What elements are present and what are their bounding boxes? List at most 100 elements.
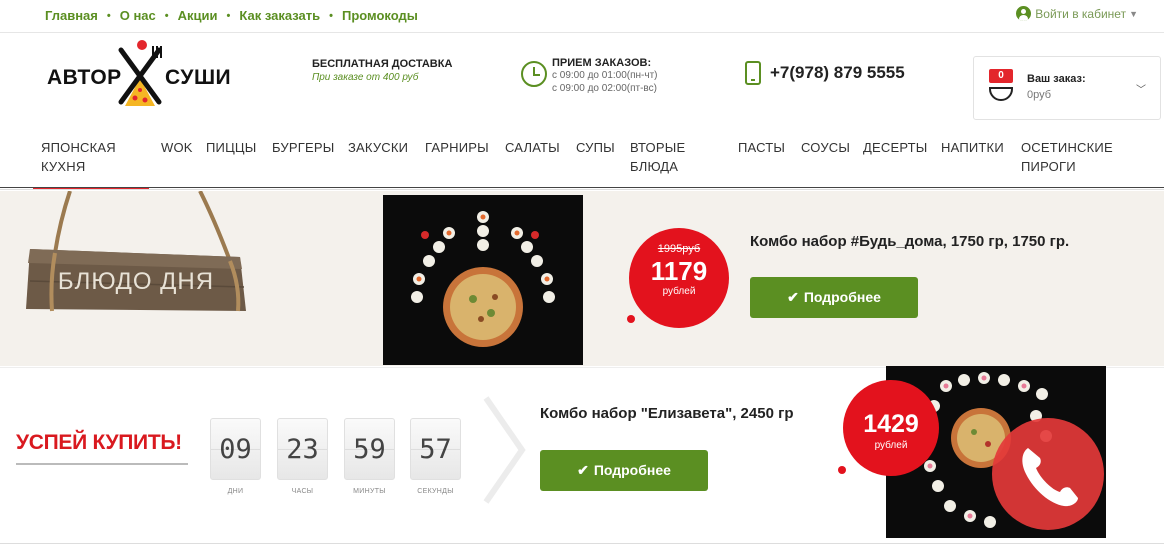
current-price: 1179 (650, 256, 708, 286)
old-price: 1995руб (657, 243, 701, 255)
logo-pizza-fork-knife-icon (118, 46, 162, 106)
cart-widget[interactable]: 0 Ваш заказ: 0руб ﹀ (973, 56, 1161, 120)
timer-hours-label: ЧАСЫ (291, 488, 314, 495)
price-unit: рублей (662, 286, 696, 297)
category-burgers[interactable]: БУРГЕРЫ (272, 138, 334, 157)
price-badge-hurry: 1429 рублей (843, 380, 939, 476)
category-snacks[interactable]: ЗАКУСКИ (348, 138, 408, 157)
category-sauces[interactable]: СОУСЫ (801, 138, 850, 157)
user-circle-icon (1016, 6, 1032, 21)
timer-seconds: 57 (410, 418, 461, 480)
category-menu: ЯПОНСКАЯ КУХНЯ WOK ПИЦЦЫ БУРГЕРЫ ЗАКУСКИ … (0, 126, 1164, 190)
category-label: ДЕСЕРТЫ (863, 140, 928, 155)
nav-separator: • (329, 9, 333, 22)
category-label: ПИЦЦЫ (206, 140, 257, 155)
category-label: БЛЮДА (630, 159, 679, 174)
timer-days: 09 (210, 418, 261, 480)
nav-link-how-to-order[interactable]: Как заказать (239, 8, 320, 23)
delivery-title: БЕСПЛАТНАЯ ДОСТАВКА (312, 58, 453, 70)
sign-text: БЛЮДО ДНЯ (58, 268, 214, 295)
category-label: НАПИТКИ (941, 140, 1004, 155)
nav-link-promotions[interactable]: Акции (178, 8, 218, 23)
category-label: ЯПОНСКАЯ (41, 140, 116, 155)
delivery-subtitle: При заказе от 400 руб (312, 72, 419, 83)
logo-text-left: АВТОР (47, 66, 122, 89)
category-soups[interactable]: СУПЫ (576, 138, 615, 157)
order-hours-info: ПРИЕМ ЗАКАЗОВ: с 09:00 до 01:00(пн-чт) с… (521, 57, 658, 95)
timer-seconds-label: СЕКУНДЫ (417, 488, 454, 495)
details-button-dish-of-day[interactable]: ✔ Подробнее (750, 277, 918, 318)
hours-weekday: с 09:00 до 01:00(пн-чт) (552, 70, 658, 81)
category-label: ПИРОГИ (1021, 159, 1076, 174)
hours-title: ПРИЕМ ЗАКАЗОВ: (552, 57, 652, 69)
category-drinks[interactable]: НАПИТКИ (941, 138, 1004, 157)
top-nav: Главная • О нас • Акции • Как заказать •… (45, 8, 418, 23)
price-badge-dish-of-day: 1995руб 1179 рублей (629, 228, 729, 328)
category-pizza[interactable]: ПИЦЦЫ (206, 138, 256, 157)
category-label: КУХНЯ (41, 159, 86, 174)
category-label: ЗАКУСКИ (348, 140, 409, 155)
cart-label: Ваш заказ: (1027, 73, 1086, 85)
category-label: ПАСТЫ (738, 140, 786, 155)
category-label: СОУСЫ (801, 140, 851, 155)
chevron-down-icon[interactable]: ﹀ (1136, 81, 1146, 96)
callback-button[interactable] (992, 418, 1104, 530)
cart-count-badge: 0 (989, 69, 1013, 83)
category-label: WOK (161, 140, 193, 155)
details-button-label: Подробнее (593, 462, 671, 478)
timer-minutes: 59 (344, 418, 395, 480)
bottom-divider (0, 543, 1164, 550)
bowl-icon (989, 87, 1013, 101)
category-desserts[interactable]: ДЕСЕРТЫ (863, 138, 927, 157)
dish-of-day-sign: БЛЮДО ДНЯ (26, 191, 246, 312)
category-label: ОСЕТИНСКИЕ (1021, 140, 1113, 155)
category-label: САЛАТЫ (505, 140, 560, 155)
dish-of-day-title: Комбо набор #Будь_дома, 1750 гр, 1750 гр… (750, 233, 1070, 250)
clock-icon (521, 61, 547, 87)
category-pasta[interactable]: ПАСТЫ (738, 138, 785, 157)
nav-link-home[interactable]: Главная (45, 8, 98, 23)
login-label: Войти в кабинет (1035, 6, 1127, 21)
nav-link-about[interactable]: О нас (120, 8, 156, 23)
phone-number[interactable]: +7(978) 879 5555 (770, 63, 905, 83)
category-ossetian-pies[interactable]: ОСЕТИНСКИЕ ПИРОГИ (1021, 138, 1113, 176)
category-label: БУРГЕРЫ (272, 140, 335, 155)
nav-separator: • (106, 9, 111, 22)
top-bar: Главная • О нас • Акции • Как заказать •… (0, 0, 1164, 33)
hurry-heading: УСПЕЙ КУПИТЬ! (16, 431, 182, 454)
login-link[interactable]: Войти в кабинет ▼ (1016, 6, 1138, 21)
mobile-phone-icon (745, 61, 761, 85)
nav-separator: • (164, 9, 169, 22)
details-button-label: Подробнее (803, 289, 881, 305)
category-garnishes[interactable]: ГАРНИРЫ (425, 138, 489, 157)
menu-divider (0, 187, 1164, 190)
category-label: ГАРНИРЫ (425, 140, 489, 155)
timer-days-label: ДНИ (227, 488, 244, 495)
hurry-price: 1429 (863, 410, 919, 438)
logo-text-right: СУШИ (165, 66, 232, 89)
dish-of-day-banner: БЛЮДО ДНЯ (0, 191, 1164, 366)
phone-call-icon (1022, 448, 1078, 507)
hurry-underline (16, 463, 188, 465)
nav-link-promocodes[interactable]: Промокоды (342, 8, 418, 23)
site-logo[interactable]: АВТОР СУШИ (45, 40, 235, 110)
phone-contact[interactable]: +7(978) 879 5555 (745, 61, 905, 85)
category-japanese[interactable]: ЯПОНСКАЯ КУХНЯ (33, 138, 149, 190)
category-main-dishes[interactable]: ВТОРЫЕ БЛЮДА (630, 138, 685, 176)
hours-weekend: с 09:00 до 02:00(пт-вс) (552, 83, 657, 94)
category-label: ВТОРЫЕ (630, 140, 686, 155)
timer-minutes-label: МИНУТЫ (353, 488, 386, 495)
chevron-right-decor-icon (483, 396, 526, 504)
check-icon: ✔ (787, 289, 799, 305)
decor-dot (838, 466, 846, 474)
category-salads[interactable]: САЛАТЫ (505, 138, 560, 157)
details-button-hurry[interactable]: ✔ Подробнее (540, 450, 708, 491)
category-wok[interactable]: WOK (161, 138, 193, 157)
decor-dot (627, 315, 635, 323)
timer-hours: 23 (277, 418, 328, 480)
cart-total: 0руб (1027, 89, 1052, 101)
free-delivery-info: БЕСПЛАТНАЯ ДОСТАВКА При заказе от 400 ру… (312, 58, 452, 83)
hurry-price-unit: рублей (874, 440, 908, 451)
dish-image (383, 195, 583, 365)
caret-down-icon: ▼ (1129, 8, 1138, 19)
